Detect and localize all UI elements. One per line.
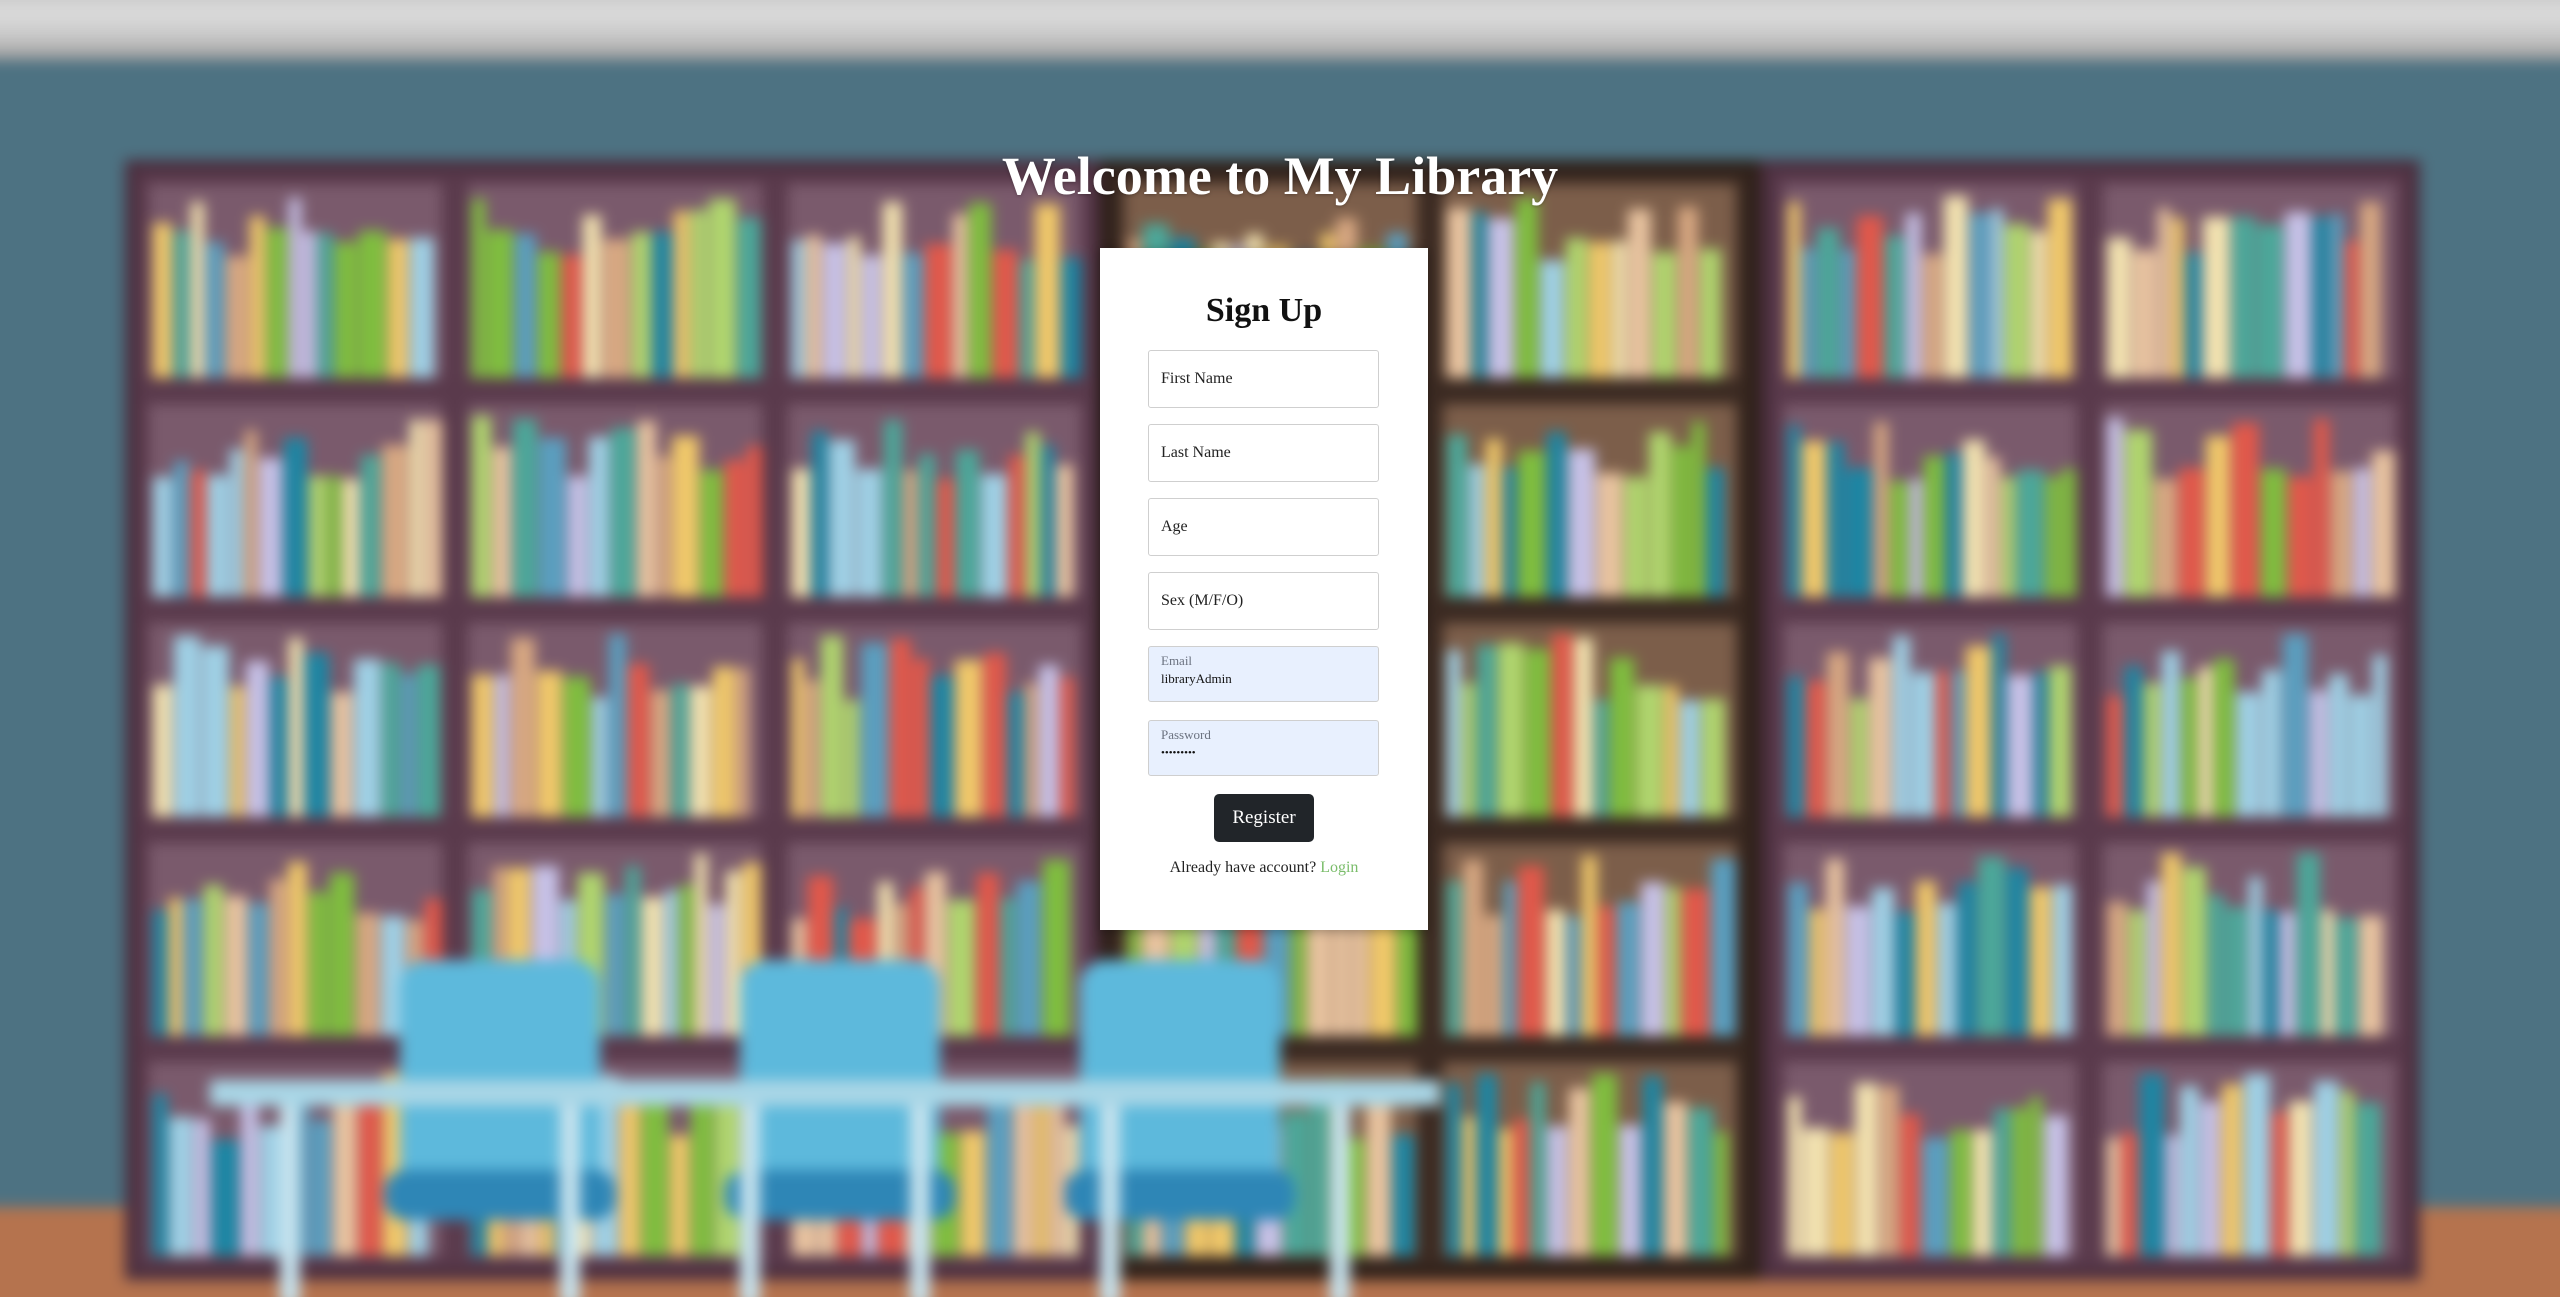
first-name-field-box bbox=[1148, 350, 1379, 408]
password-value: ••••••••• bbox=[1161, 747, 1196, 759]
age-input[interactable] bbox=[1149, 499, 1378, 555]
last-name-input[interactable] bbox=[1149, 425, 1378, 481]
email-label: Email bbox=[1161, 653, 1193, 668]
password-label: Password bbox=[1161, 727, 1211, 742]
login-prompt-line: Already have account? Login bbox=[1100, 859, 1428, 877]
age-field-box bbox=[1148, 498, 1379, 556]
last-name-field-box bbox=[1148, 424, 1379, 482]
login-prompt-text: Already have account? bbox=[1169, 859, 1317, 876]
email-value: libraryAdmin bbox=[1161, 671, 1232, 686]
form-title: Sign Up bbox=[1205, 292, 1323, 329]
page-title: Welcome to My Library bbox=[1001, 146, 1559, 206]
password-input[interactable]: Password ••••••••• bbox=[1148, 720, 1379, 776]
sex-field-box bbox=[1148, 572, 1379, 630]
email-input[interactable]: Email libraryAdmin bbox=[1148, 646, 1379, 702]
login-link[interactable]: Login bbox=[1320, 859, 1358, 876]
first-name-input[interactable] bbox=[1149, 351, 1378, 407]
register-button[interactable]: Register bbox=[1214, 794, 1314, 842]
sex-input[interactable] bbox=[1149, 573, 1378, 629]
signup-card: Sign Up Email libraryAdmin Password ••••… bbox=[1100, 248, 1428, 930]
